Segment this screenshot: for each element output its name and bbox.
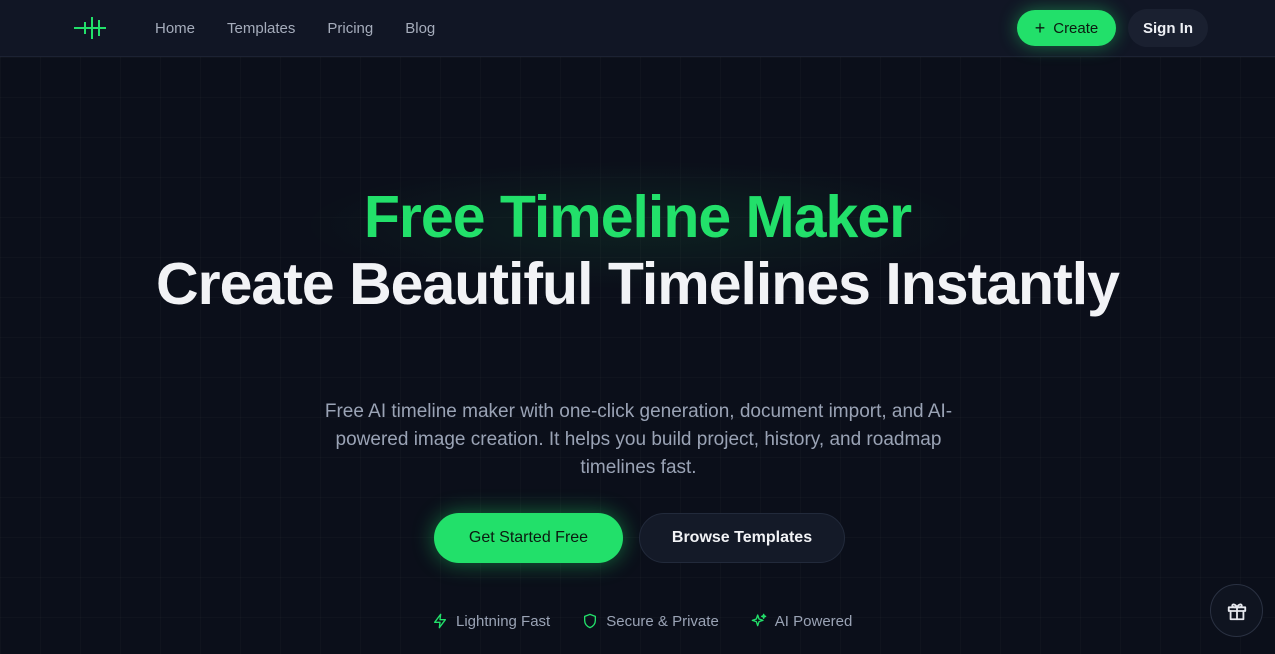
hero-description: Free AI timeline maker with one-click ge… [324,401,953,478]
hero-title-accent: Free Timeline Maker [363,184,912,250]
feature-label: Lightning Fast [456,612,551,630]
nav-pricing[interactable]: Pricing [327,20,373,37]
sparkles-icon [751,613,767,627]
main-nav: Home Templates Pricing Blog [155,0,435,56]
feature-ai-powered: AI Powered [751,612,853,630]
shield-icon [584,613,597,629]
timeline-logo-icon[interactable] [72,14,108,42]
gift-button[interactable] [1210,584,1263,637]
create-button[interactable]: + Create [1017,10,1116,46]
gift-icon [1227,603,1246,620]
feature-label: AI Powered [774,612,853,630]
feature-list: Lightning Fast Secure & Private AI Power… [432,610,852,632]
feature-label: Secure & Private [606,612,719,630]
browse-templates-button[interactable]: Browse Templates [639,513,845,563]
plus-icon: + [1034,18,1046,38]
background-grid [0,57,1275,654]
get-started-button[interactable]: Get Started Free [434,513,623,563]
nav-templates[interactable]: Templates [227,20,295,37]
nav-blog[interactable]: Blog [405,20,435,37]
sign-in-button[interactable]: Sign In [1128,9,1208,47]
top-navbar: Home Templates Pricing Blog + Create Sig… [0,0,1275,57]
feature-secure-private: Secure & Private [582,613,719,630]
create-button-label: Create [1053,19,1099,37]
feature-lightning-fast: Lightning Fast [432,613,550,630]
nav-home[interactable]: Home [155,20,195,37]
lightning-icon [434,613,446,629]
hero-title-main: Create Beautiful Timelines Instantly [156,251,1120,317]
